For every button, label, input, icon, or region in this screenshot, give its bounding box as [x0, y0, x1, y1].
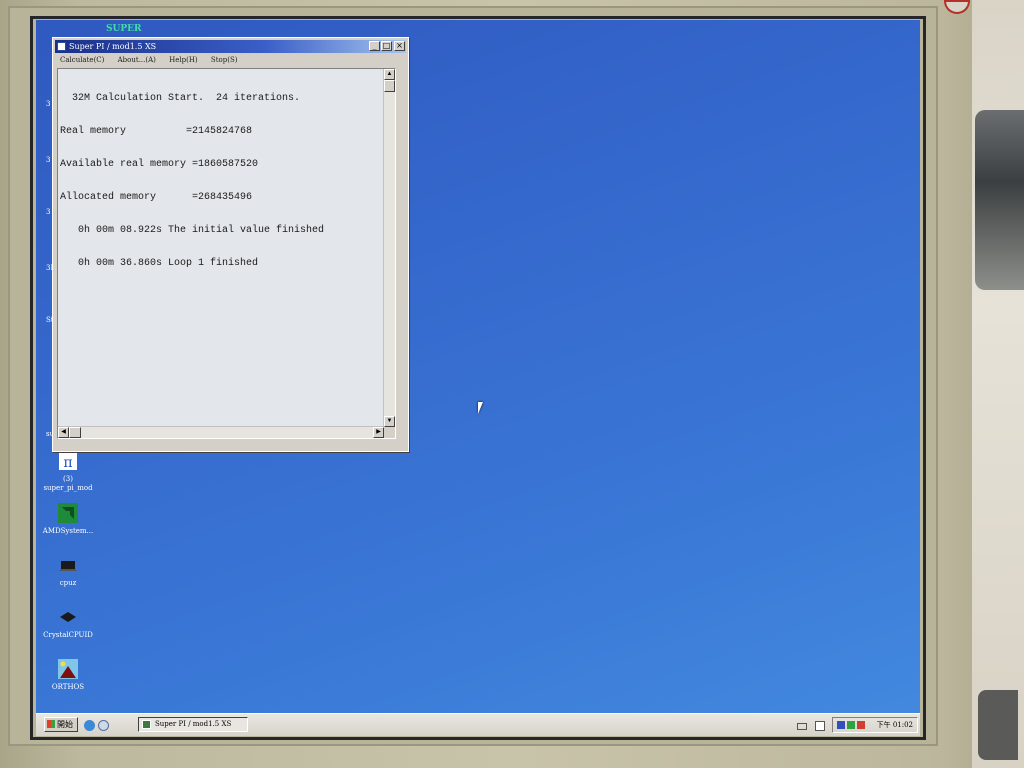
maximize-button[interactable]: □ [381, 41, 392, 51]
desktop-icon-orthos[interactable]: ORTHOS [38, 658, 98, 692]
scroll-left-button[interactable]: ◀ [58, 427, 69, 438]
desktop-icon-label: cpuz [59, 579, 77, 587]
amd-icon [58, 503, 78, 523]
background-object [975, 110, 1024, 290]
desktop-label-super: SUPER [106, 24, 142, 34]
log-line: 0h 00m 08.922s The initial value finishe… [60, 225, 325, 236]
log-line: 32M Calculation Start. 24 iterations. [60, 93, 301, 104]
log-line: Allocated memory =268435496 [60, 192, 253, 203]
ie-icon[interactable] [84, 720, 95, 731]
desktop-icon-amd-system[interactable]: AMDSystem... [38, 502, 98, 536]
log-area[interactable]: 32M Calculation Start. 24 iterations. Re… [57, 68, 396, 439]
taskbar: 開始 Super PI / mod1.5 XS 下午 01:02 [36, 713, 920, 736]
chip-icon [59, 561, 77, 571]
windows-flag-icon [47, 720, 55, 728]
desktop[interactable]: SUPER 3 3 3 3D Sta sup π (3) super_pi_mo… [36, 20, 920, 736]
mouse-cursor-icon [478, 402, 483, 414]
log-text: 32M Calculation Start. 24 iterations. Re… [60, 71, 381, 291]
start-label: 開始 [57, 720, 73, 729]
superpi-task-icon [142, 720, 151, 729]
close-button[interactable]: × [394, 41, 405, 51]
menu-about[interactable]: About...(A) [118, 56, 156, 64]
desktop-show-icon[interactable] [98, 720, 109, 731]
menu-calculate[interactable]: Calculate(C) [60, 56, 104, 64]
scroll-down-button[interactable]: ▼ [384, 416, 395, 427]
vertical-scrollbar[interactable]: ▲ ▼ [383, 69, 395, 427]
clipped-icon-label: 3 [46, 208, 51, 216]
clipped-icon-label: 3 [46, 156, 51, 164]
scroll-up-button[interactable]: ▲ [384, 69, 395, 80]
clipped-icon-label: 3 [46, 100, 51, 108]
network-icon[interactable] [837, 721, 845, 729]
desktop-icon-label: ORTHOS [51, 683, 85, 691]
window-title: Super PI / mod1.5 XS [69, 42, 157, 51]
start-button[interactable]: 開始 [44, 717, 78, 732]
window-titlebar[interactable]: Super PI / mod1.5 XS _ □ × [55, 40, 406, 53]
resize-grip[interactable] [384, 427, 395, 438]
desktop-icon-label: AMDSystem... [42, 527, 94, 535]
menubar: Calculate(C) About...(A) Help(H) Stop(S) [55, 54, 406, 66]
clock[interactable]: 下午 01:02 [877, 721, 913, 729]
log-line: Real memory =2145824768 [60, 126, 253, 137]
task-label: Super PI / mod1.5 XS [155, 720, 232, 728]
volume-icon[interactable] [857, 721, 865, 729]
desktop-icon-crystalcpuid[interactable]: CrystalCPUID [38, 606, 98, 640]
printer-icon[interactable] [797, 723, 807, 730]
status-icon[interactable] [847, 721, 855, 729]
horizontal-scrollbar[interactable]: ◀ ▶ [58, 426, 384, 438]
app-icon [57, 42, 66, 51]
super-pi-icon: π [59, 452, 77, 471]
desktop-icon-label: (3) super_pi_mod [43, 475, 93, 492]
taskbar-button-superpi[interactable]: Super PI / mod1.5 XS [138, 717, 248, 732]
desktop-icon-super-pi[interactable]: π (3) super_pi_mod [38, 450, 98, 493]
scroll-right-button[interactable]: ▶ [373, 427, 384, 438]
log-line: 0h 00m 36.860s Loop 1 finished [60, 258, 259, 269]
system-tray: 下午 01:02 [832, 717, 918, 733]
minimize-button[interactable]: _ [369, 41, 380, 51]
menu-help[interactable]: Help(H) [169, 56, 198, 64]
chip-icon [60, 612, 76, 622]
desktop-icon-label: CrystalCPUID [43, 631, 93, 639]
scroll-thumb[interactable] [384, 80, 395, 92]
hscroll-thumb[interactable] [69, 427, 81, 438]
superpi-window[interactable]: Super PI / mod1.5 XS _ □ × Calculate(C) … [52, 37, 409, 452]
background-object-lower [978, 690, 1018, 760]
menu-stop[interactable]: Stop(S) [211, 56, 238, 64]
orthos-icon [58, 659, 78, 679]
desktop-icon-cpuz[interactable]: cpuz [38, 554, 98, 588]
svg-text:π: π [63, 455, 72, 471]
help-icon[interactable] [815, 721, 825, 731]
log-line: Available real memory =1860587520 [60, 159, 259, 170]
